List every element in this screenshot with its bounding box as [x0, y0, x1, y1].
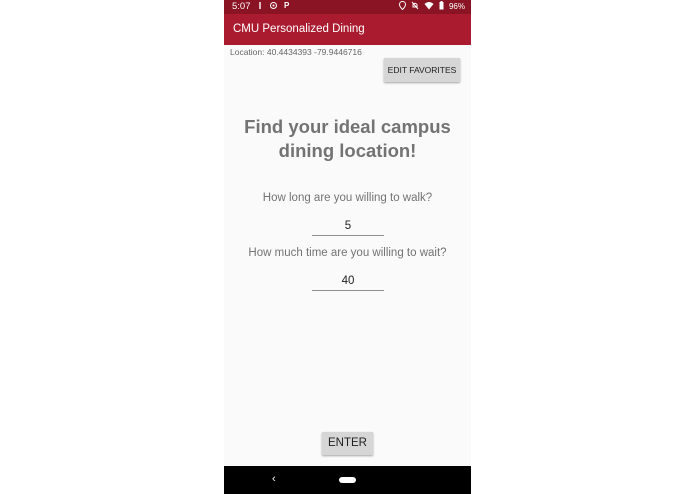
wait-question-label: How much time are you willing to wait? [248, 247, 447, 259]
status-time: 5:07 [232, 1, 251, 12]
wait-time-input[interactable]: 40 [312, 272, 384, 291]
app-bar: CMU Personalized Dining [224, 14, 471, 45]
status-left-icons: P [257, 1, 289, 12]
back-icon[interactable]: ‹ [272, 473, 276, 485]
battery-icon [439, 1, 444, 12]
status-bar: 5:07 P 96% [224, 0, 471, 14]
walk-question-label: How long are you willing to walk? [262, 192, 433, 204]
page-headline: Find your ideal campus dining location! [224, 115, 471, 163]
notification-icon [257, 1, 263, 12]
wifi-icon [424, 1, 434, 12]
headline-line-2: dining location! [278, 140, 417, 161]
location-readout: Location: 40.4434393 -79.9446716 [230, 47, 362, 57]
navigation-bar: ‹ [224, 466, 471, 494]
headline-line-1: Find your ideal campus [244, 116, 451, 137]
silent-icon [411, 1, 419, 12]
battery-percent: 96% [448, 2, 465, 11]
settings-icon [269, 1, 278, 12]
enter-button[interactable]: ENTER [322, 432, 373, 455]
walk-time-input[interactable]: 5 [312, 217, 384, 236]
edit-favorites-button[interactable]: EDIT FAVORITES [384, 58, 460, 82]
app-title: CMU Personalized Dining [233, 23, 365, 35]
location-icon [398, 0, 406, 12]
parking-icon: P [284, 1, 290, 10]
home-pill-icon[interactable] [339, 477, 356, 483]
phone-screen: 5:07 P 96% CMU Personalized Dining Locat… [224, 0, 471, 494]
status-right-icons: 96% [398, 0, 465, 12]
